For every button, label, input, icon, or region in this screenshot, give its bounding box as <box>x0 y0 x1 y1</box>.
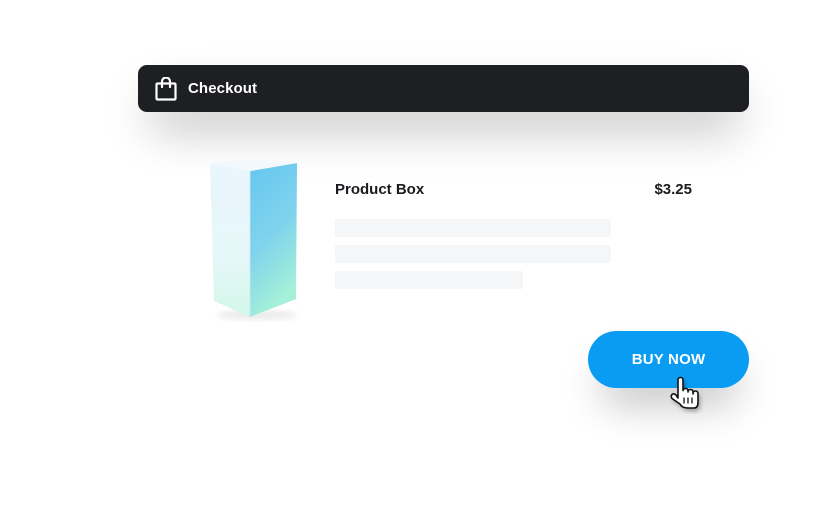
placeholder-line <box>335 271 523 289</box>
hand-pointer-icon <box>668 374 704 414</box>
placeholder-line <box>335 245 611 263</box>
shopping-bag-icon <box>154 76 178 102</box>
checkout-header: Checkout <box>138 65 749 112</box>
checkout-card: Checkout Product Box $3.25 BUY NOW <box>0 0 839 511</box>
product-name: Product Box <box>335 181 425 198</box>
placeholder-line <box>335 219 611 237</box>
product-price: $3.25 <box>654 181 692 198</box>
product-box-image <box>205 155 305 323</box>
header-title: Checkout <box>188 80 258 97</box>
